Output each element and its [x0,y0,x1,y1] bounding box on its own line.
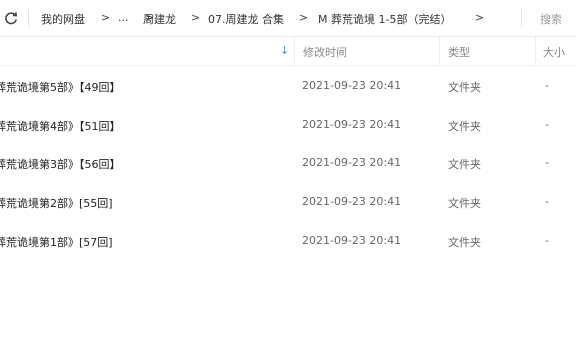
file-size: - [545,118,549,131]
breadcrumb-collection[interactable]: 07.周建龙 合集 [208,11,284,27]
file-row[interactable]: 葬荒诡境第5部》【49回】 2021-09-23 20:41 文件夹 - [0,66,576,104]
file-row[interactable]: 葬荒诡境第2部》[55回] 2021-09-23 20:41 文件夹 - [0,182,576,220]
toolbar-divider [521,9,522,27]
breadcrumb-separator: > [101,11,111,24]
column-divider [294,37,295,65]
column-modified[interactable]: 修改时间 [303,44,347,60]
file-name[interactable]: 葬荒诡境第3部》【56回】 [0,156,121,172]
file-type: 文件夹 [448,158,481,171]
breadcrumb-separator: > [299,11,309,24]
breadcrumb-current-folder[interactable]: M 葬荒诡境 1-5部（完结） [318,11,451,27]
file-row[interactable]: 葬荒诡境第3部》【56回】 2021-09-23 20:41 文件夹 - [0,143,576,181]
file-size: - [545,156,549,169]
file-size: - [545,79,549,92]
file-modified: 2021-09-23 20:41 [302,234,402,247]
file-modified: 2021-09-23 20:41 [302,195,402,208]
file-type: 文件夹 [448,120,481,133]
file-name[interactable]: 葬荒诡境第2部》[55回] [0,195,113,211]
file-type: 文件夹 [448,81,481,94]
file-row[interactable]: 葬荒诡境第4部》【51回】 2021-09-23 20:41 文件夹 - [0,105,576,143]
toolbar: 我的网盘 > ... > 周建龙 > 07.周建龙 合集 > M 葬荒诡境 1-… [0,0,576,37]
breadcrumb-separator: > [191,11,201,24]
file-name[interactable]: 葬荒诡境第1部》[57回] [0,234,113,250]
breadcrumb-ellipsis[interactable]: ... [118,11,129,24]
breadcrumb-author[interactable]: 周建龙 [143,11,176,27]
breadcrumb-my-drive[interactable]: 我的网盘 [41,11,85,27]
column-header: ↓ 修改时间 类型 大小 [0,37,576,66]
file-size: - [545,195,549,208]
search-input[interactable]: 搜索 [540,11,562,27]
column-size[interactable]: 大小 [543,44,565,60]
toolbar-divider [28,9,29,27]
file-type: 文件夹 [448,236,481,249]
column-divider [439,37,440,65]
file-size: - [545,234,549,247]
breadcrumb-separator: > [475,11,485,24]
file-name[interactable]: 葬荒诡境第4部》【51回】 [0,118,121,134]
column-type[interactable]: 类型 [448,44,470,60]
file-name[interactable]: 葬荒诡境第5部》【49回】 [0,79,121,95]
sort-down-arrow-icon[interactable]: ↓ [280,44,289,57]
file-row[interactable]: 葬荒诡境第1部》[57回] 2021-09-23 20:41 文件夹 - [0,221,576,259]
column-divider [535,37,536,65]
refresh-icon[interactable] [3,10,19,26]
file-type: 文件夹 [448,197,481,210]
file-modified: 2021-09-23 20:41 [302,156,402,169]
file-modified: 2021-09-23 20:41 [302,118,402,131]
file-modified: 2021-09-23 20:41 [302,79,402,92]
